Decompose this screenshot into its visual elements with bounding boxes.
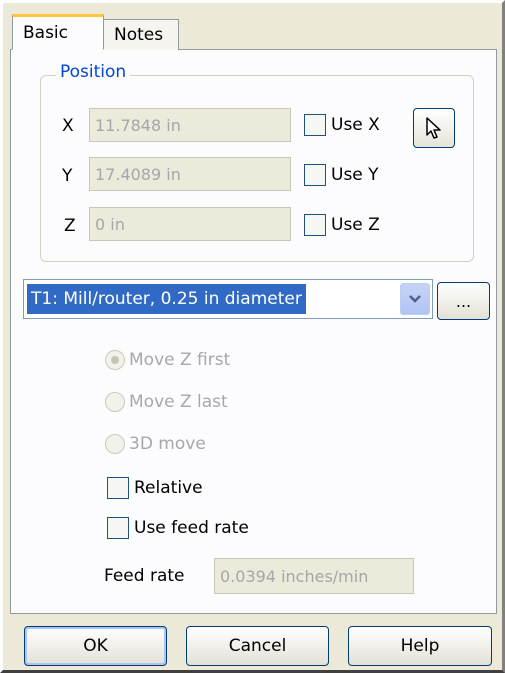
use-z-checkbox[interactable]: Use Z bbox=[304, 214, 380, 236]
3d-move-radio[interactable] bbox=[105, 434, 125, 454]
tab-basic[interactable]: Basic bbox=[12, 14, 104, 50]
use-x-label: Use X bbox=[331, 115, 380, 135]
x-field[interactable]: 11.7848 in bbox=[89, 108, 291, 142]
feed-rate-label: Feed rate bbox=[104, 566, 185, 586]
use-feed-rate-checkbox[interactable]: Use feed rate bbox=[107, 517, 249, 539]
use-feed-rate-label: Use feed rate bbox=[134, 518, 249, 538]
tool-browse-button[interactable]: ... bbox=[437, 282, 490, 320]
cancel-button[interactable]: Cancel bbox=[186, 626, 329, 666]
z-field[interactable]: 0 in bbox=[89, 207, 291, 241]
use-z-label: Use Z bbox=[331, 215, 380, 235]
use-y-checkbox[interactable]: Use Y bbox=[304, 164, 379, 186]
chevron-down-icon bbox=[409, 295, 421, 303]
relative-box[interactable] bbox=[107, 477, 129, 499]
y-label: Y bbox=[62, 166, 73, 186]
move-z-first-radio[interactable] bbox=[105, 350, 125, 370]
ok-button[interactable]: OK bbox=[24, 626, 167, 666]
y-field[interactable]: 17.4089 in bbox=[89, 157, 291, 191]
tab-notes[interactable]: Notes bbox=[103, 19, 179, 50]
use-x-box[interactable] bbox=[304, 114, 326, 136]
move-z-first-label: Move Z first bbox=[129, 350, 231, 370]
use-y-label: Use Y bbox=[331, 165, 379, 185]
x-label: X bbox=[62, 116, 74, 136]
3d-move-option[interactable]: 3D move bbox=[105, 434, 206, 454]
tool-select[interactable]: T1: Mill/router, 0.25 in diameter bbox=[23, 279, 433, 319]
relative-label: Relative bbox=[134, 478, 203, 498]
arrow-cursor-icon bbox=[426, 117, 441, 139]
pick-position-button[interactable] bbox=[413, 108, 455, 148]
tab-notes-label: Notes bbox=[114, 25, 164, 45]
move-z-last-label: Move Z last bbox=[129, 392, 228, 412]
move-z-last-option[interactable]: Move Z last bbox=[105, 392, 228, 412]
feed-rate-field[interactable]: 0.0394 inches/min bbox=[214, 558, 414, 594]
use-feed-rate-box[interactable] bbox=[107, 517, 129, 539]
tool-dropdown-button[interactable] bbox=[400, 283, 430, 315]
3d-move-label: 3D move bbox=[129, 434, 206, 454]
relative-checkbox[interactable]: Relative bbox=[107, 477, 203, 499]
use-y-box[interactable] bbox=[304, 164, 326, 186]
help-button[interactable]: Help bbox=[348, 626, 492, 666]
tab-basic-label: Basic bbox=[23, 23, 69, 43]
tool-select-value: T1: Mill/router, 0.25 in diameter bbox=[27, 284, 306, 314]
move-z-last-radio[interactable] bbox=[105, 392, 125, 412]
use-z-box[interactable] bbox=[304, 214, 326, 236]
z-label: Z bbox=[64, 216, 76, 236]
move-z-first-option[interactable]: Move Z first bbox=[105, 350, 230, 370]
position-group-title: Position bbox=[56, 62, 131, 82]
use-x-checkbox[interactable]: Use X bbox=[304, 114, 380, 136]
